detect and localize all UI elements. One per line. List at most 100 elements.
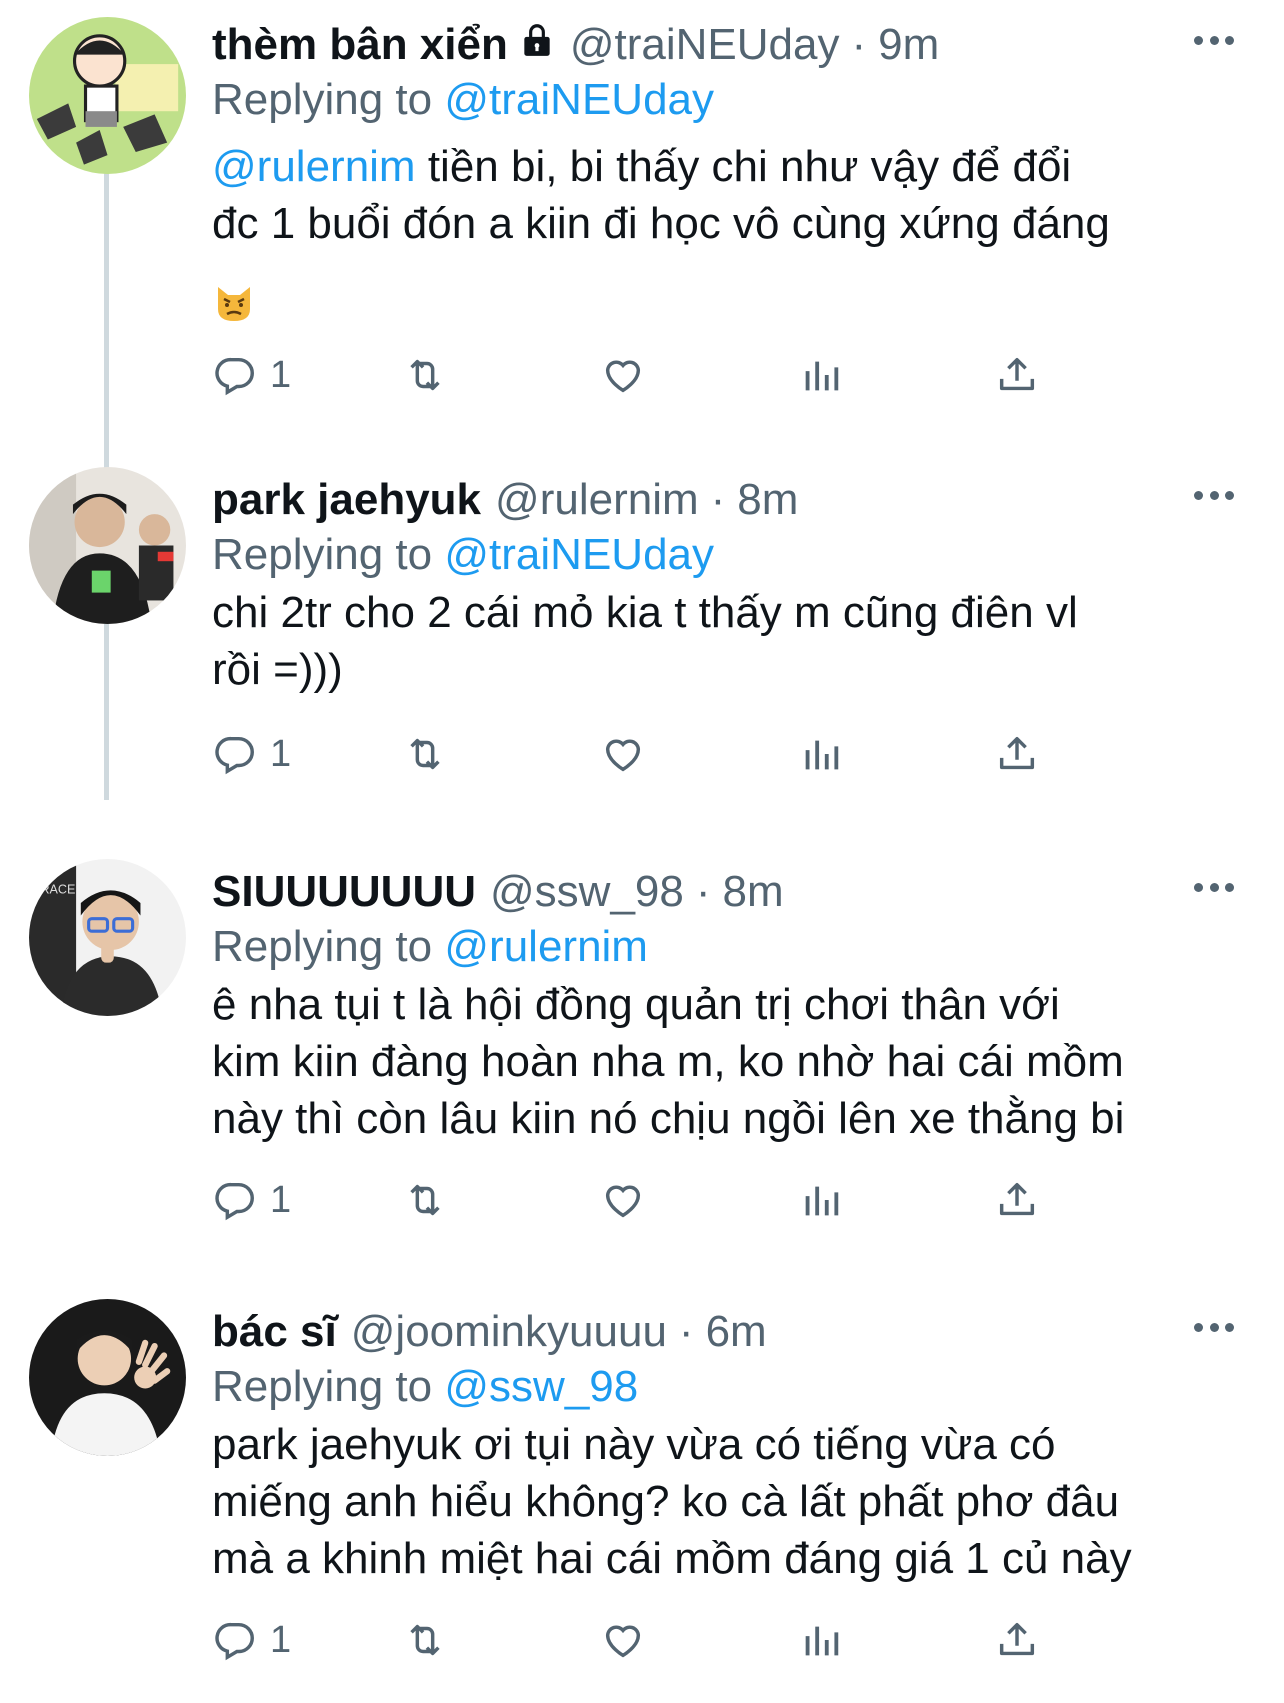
replying-to-mention[interactable]: @rulernim [444, 922, 648, 971]
user-handle[interactable]: @ssw_98 [490, 867, 684, 917]
separator-dot: · [851, 20, 867, 69]
like-button[interactable] [600, 345, 646, 405]
timestamp[interactable]: 6m [706, 1307, 767, 1357]
retweet-button[interactable] [402, 1610, 448, 1670]
views-icon [805, 361, 839, 391]
share-button[interactable] [994, 724, 1040, 784]
avatar[interactable] [29, 17, 186, 174]
retweet-icon [410, 1624, 440, 1656]
views-button[interactable] [798, 1170, 844, 1230]
tweet-text: chi 2tr cho 2 cái mỏ kia t thấy m cũng đ… [212, 584, 1242, 698]
like-icon [605, 360, 641, 393]
like-button[interactable] [600, 1170, 646, 1230]
retweet-button[interactable] [402, 724, 448, 784]
mention-link[interactable]: @rulernim [212, 142, 416, 191]
views-button[interactable] [798, 1610, 844, 1670]
reply-button[interactable]: 1 [212, 1610, 291, 1670]
replying-to-label: Replying to [212, 75, 433, 124]
reply-icon [215, 736, 254, 775]
share-icon [999, 736, 1035, 770]
tweet[interactable]: bác sĩ @joominkyuuuu · 6m Replying to @s… [0, 1299, 1284, 1703]
like-button[interactable] [600, 724, 646, 784]
avatar-image: XRACE [29, 859, 186, 1016]
tweet-actions: 1 [212, 724, 1132, 784]
share-icon [999, 357, 1035, 391]
tweet-actions: 1 [212, 1610, 1132, 1670]
tweet[interactable]: park jaehyuk @rulernim · 8m Replying to … [0, 467, 1284, 810]
user-handle[interactable]: @joominkyuuuu [351, 1307, 667, 1357]
reply-button[interactable]: 1 [212, 724, 291, 784]
avatar-image [29, 467, 186, 624]
replying-to-label: Replying to [212, 1362, 433, 1411]
tweet-text-line: kim kiin đàng hoàn nha m, ko nhờ hai cái… [212, 1037, 1124, 1086]
tweet-text-line: miếng anh hiểu không? ko cà lất phất phơ… [212, 1477, 1120, 1526]
tweet-text-line: park jaehyuk ơi tụi này vừa có tiếng vừa… [212, 1420, 1056, 1469]
tweet-text: ê nha tụi t là hội đồng quản trị chơi th… [212, 976, 1242, 1147]
replying-to: Replying to @traiNEUday [212, 75, 714, 125]
like-icon [605, 739, 641, 772]
reply-icon [215, 1182, 254, 1221]
avatar-image [29, 1299, 186, 1456]
views-icon [805, 1626, 839, 1656]
tweet-text-line: đc 1 buổi đón a kiin đi học vô cùng xứng… [212, 199, 1110, 248]
timestamp[interactable]: 9m [878, 20, 939, 70]
more-icon[interactable] [1194, 1320, 1234, 1334]
tweet-header: park jaehyuk @rulernim · 8m [212, 470, 798, 530]
like-button[interactable] [600, 1610, 646, 1670]
tweet-actions: 1 [212, 345, 1132, 405]
share-button[interactable] [994, 345, 1040, 405]
display-name[interactable]: bác sĩ [212, 1307, 337, 1357]
replying-to-mention[interactable]: @traiNEUday [444, 75, 714, 124]
user-handle[interactable]: @rulernim [495, 475, 699, 525]
views-button[interactable] [798, 724, 844, 784]
user-handle[interactable]: @traiNEUday [570, 20, 840, 70]
tweet-header: bác sĩ @joominkyuuuu · 6m [212, 1302, 767, 1362]
share-icon [999, 1622, 1035, 1656]
reply-count: 1 [270, 1178, 292, 1221]
display-name[interactable]: SIUUUUUUU [212, 867, 476, 917]
tweet-text-line: mà a khinh miệt hai cái mồm đáng giá 1 c… [212, 1534, 1132, 1583]
lock-icon [518, 20, 556, 70]
more-icon[interactable] [1194, 33, 1234, 47]
retweet-icon [410, 359, 440, 391]
reply-button[interactable]: 1 [212, 1170, 291, 1230]
more-icon[interactable] [1194, 488, 1234, 502]
tweet-text: @rulernim tiền bi, bi thấy chi như vậy đ… [212, 138, 1242, 329]
avatar-image [29, 17, 186, 174]
replying-to: Replying to @rulernim [212, 922, 648, 972]
display-name[interactable]: thèm bân xiển [212, 20, 508, 70]
display-name[interactable]: park jaehyuk [212, 475, 481, 525]
share-button[interactable] [994, 1610, 1040, 1670]
share-button[interactable] [994, 1170, 1040, 1230]
tweet-text: park jaehyuk ơi tụi này vừa có tiếng vừa… [212, 1416, 1242, 1587]
retweet-icon [410, 738, 440, 770]
avatar[interactable] [29, 467, 186, 624]
views-icon [805, 740, 839, 770]
replying-to-label: Replying to [212, 530, 433, 579]
tweet-header: SIUUUUUUU @ssw_98 · 8m [212, 862, 784, 922]
avatar[interactable] [29, 1299, 186, 1456]
more-icon[interactable] [1194, 880, 1234, 894]
views-button[interactable] [798, 345, 844, 405]
replying-to: Replying to @traiNEUday [212, 530, 714, 580]
svg-text:XRACE: XRACE [32, 883, 75, 897]
separator-dot: · [678, 1307, 694, 1356]
tweet[interactable]: thèm bân xiển @traiNEUday · 9m Replying … [0, 15, 1284, 435]
reply-count: 1 [270, 353, 292, 396]
reply-button[interactable]: 1 [212, 345, 291, 405]
replying-to-label: Replying to [212, 922, 433, 971]
replying-to-mention[interactable]: @traiNEUday [444, 530, 714, 579]
reply-icon [215, 1622, 254, 1661]
tweet-text-line: ê nha tụi t là hội đồng quản trị chơi th… [212, 980, 1060, 1029]
like-icon [605, 1185, 641, 1218]
reply-icon [215, 357, 254, 396]
replying-to-mention[interactable]: @ssw_98 [444, 1362, 638, 1411]
timestamp[interactable]: 8m [723, 867, 784, 917]
retweet-button[interactable] [402, 1170, 448, 1230]
timestamp[interactable]: 8m [737, 475, 798, 525]
tweet[interactable]: XRACE SIUUUUUUU @ssw_98 · 8m Replying to… [0, 859, 1284, 1282]
retweet-button[interactable] [402, 345, 448, 405]
avatar[interactable]: XRACE [29, 859, 186, 1016]
replying-to: Replying to @ssw_98 [212, 1362, 638, 1412]
views-icon [805, 1186, 839, 1216]
